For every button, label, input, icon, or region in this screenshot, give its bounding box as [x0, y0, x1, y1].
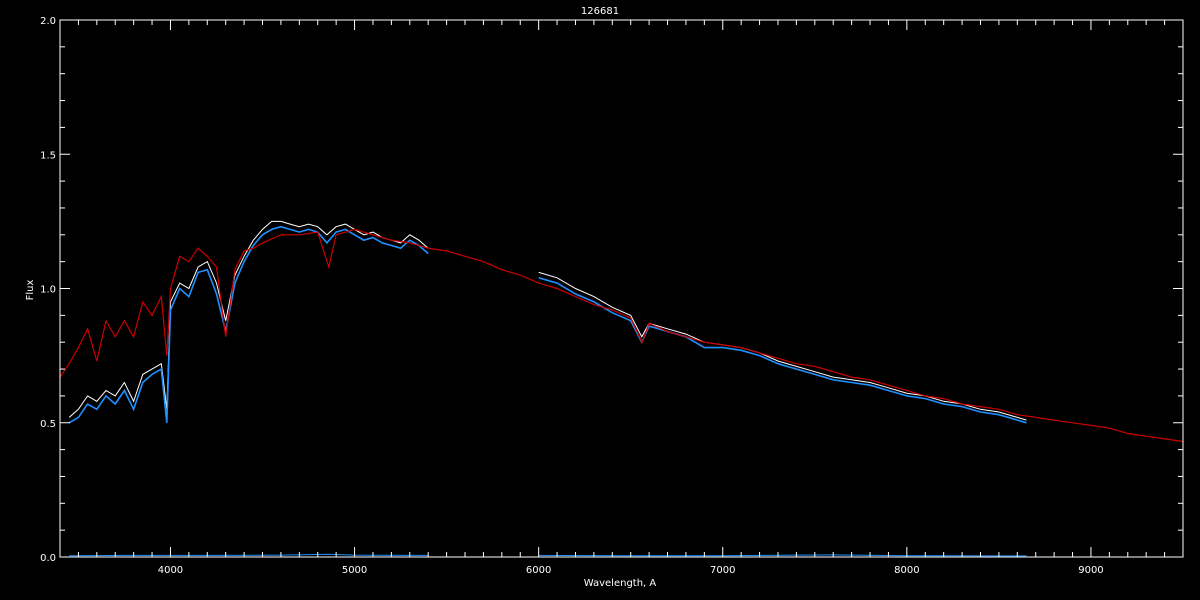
y-tick-label: 1.5: [40, 150, 56, 161]
y-tick-label: 2.0: [40, 16, 56, 27]
x-axis-label: Wavelength, A: [584, 578, 657, 589]
y-tick-label: 1.0: [40, 285, 56, 296]
y-axis-label: Flux: [25, 280, 36, 301]
chart-title: 126681: [581, 6, 619, 17]
x-tick-label: 9000: [1078, 565, 1103, 576]
spectrum-chart: 126681 Wavelength, A Flux 4000 5000 6000 70…: [0, 0, 1200, 600]
x-tick-label: 6000: [526, 565, 551, 576]
y-tick-label: 0.0: [40, 553, 56, 564]
x-tick-label: 5000: [342, 565, 367, 576]
x-tick-label: 7000: [710, 565, 735, 576]
y-tick-label: 0.5: [40, 419, 56, 430]
x-tick-label: 8000: [894, 565, 919, 576]
x-tick-label: 4000: [158, 565, 183, 576]
